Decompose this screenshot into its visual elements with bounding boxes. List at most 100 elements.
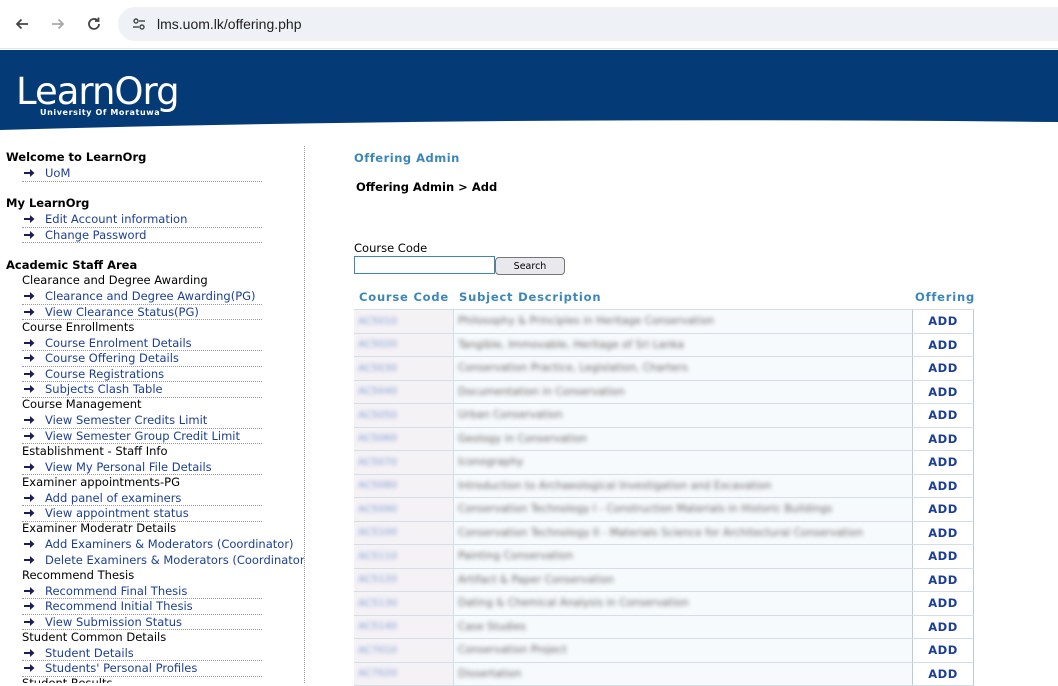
add-offering-link[interactable]: ADD <box>913 663 974 686</box>
course-code-text[interactable]: AC5080 <box>358 480 397 491</box>
sidebar-item-label[interactable]: UoM <box>45 166 70 180</box>
sidebar-item-welcome-0[interactable]: UoM <box>22 166 262 182</box>
add-offering-link[interactable]: ADD <box>913 381 974 404</box>
sidebar-item-link[interactable]: Subjects Clash Table <box>22 382 262 398</box>
sidebar-item-link[interactable]: Add panel of examiners <box>22 490 262 506</box>
add-offering-link[interactable]: ADD <box>913 616 974 639</box>
add-offering-link[interactable]: ADD <box>913 639 974 662</box>
sidebar-item-link[interactable]: Course Offering Details <box>22 351 262 367</box>
address-bar[interactable]: lms.uom.lk/offering.php <box>118 7 1058 41</box>
sidebar-item-label[interactable]: Recommend Final Thesis <box>45 584 187 598</box>
sidebar-item-link[interactable]: View Semester Credits Limit <box>22 413 262 429</box>
add-offering-link[interactable]: ADD <box>913 404 974 427</box>
sidebar-item-link[interactable]: Student Details <box>22 645 262 661</box>
sidebar-item-label[interactable]: Students' Personal Profiles <box>45 661 197 675</box>
course-code-text[interactable]: AC5020 <box>358 339 397 350</box>
sidebar-item-label[interactable]: View appointment status <box>45 506 189 520</box>
course-code-cell[interactable]: AC5100 <box>354 522 454 545</box>
search-button[interactable]: Search <box>495 257 565 275</box>
sidebar-item-my-0[interactable]: Edit Account information <box>22 212 262 228</box>
course-code-cell[interactable]: AC5040 <box>354 381 454 404</box>
sidebar-item-link[interactable]: View Clearance Status(PG) <box>22 304 262 320</box>
sidebar-item-label[interactable]: View My Personal File Details <box>45 460 212 474</box>
add-offering-link[interactable]: ADD <box>913 569 974 592</box>
sidebar-item-link[interactable]: Delete Examiners & Moderators (Coordinat… <box>22 552 304 567</box>
course-code-text[interactable]: AC5050 <box>358 410 397 421</box>
sidebar-item-label[interactable]: Delete Examiners & Moderators (Coordinat… <box>45 553 305 567</box>
sidebar-item-label[interactable]: View Semester Credits Limit <box>45 413 207 427</box>
sidebar-item-link[interactable]: Students' Personal Profiles <box>22 661 262 677</box>
add-offering-link[interactable]: ADD <box>913 522 974 545</box>
course-code-text[interactable]: AC5100 <box>358 527 397 538</box>
add-offering-link[interactable]: ADD <box>913 451 974 474</box>
add-offering-link[interactable]: ADD <box>913 334 974 357</box>
forward-arrow-icon[interactable] <box>46 12 70 36</box>
url-text[interactable]: lms.uom.lk/offering.php <box>157 16 301 32</box>
course-code-cell[interactable]: AC5090 <box>354 498 454 521</box>
course-code-cell[interactable]: AC5070 <box>354 451 454 474</box>
sidebar-item-my-1[interactable]: Change Password <box>22 227 262 243</box>
course-code-text[interactable]: AC5070 <box>358 457 397 468</box>
course-code-cell[interactable]: AC7010 <box>354 639 454 662</box>
course-code-cell[interactable]: AC5020 <box>354 334 454 357</box>
sidebar-item-link[interactable]: View Semester Group Credit Limit <box>22 428 262 444</box>
sidebar-item-link[interactable]: Course Enrolment Details <box>22 335 262 351</box>
course-code-text[interactable]: AC5110 <box>358 551 397 562</box>
course-code-cell[interactable]: AC5080 <box>354 475 454 498</box>
sidebar-item-link[interactable]: Clearance and Degree Awarding(PG) <box>22 289 262 305</box>
sidebar-item-label[interactable]: Course Enrolment Details <box>45 336 192 350</box>
course-code-cell[interactable]: AC5030 <box>354 357 454 380</box>
sidebar-item-link[interactable]: Course Registrations <box>22 366 262 382</box>
sidebar-item-link[interactable]: View appointment status <box>22 506 262 522</box>
course-code-cell[interactable]: AC5120 <box>354 569 454 592</box>
course-code-text[interactable]: AC7020 <box>358 668 397 679</box>
learnorg-logo[interactable]: LearnOrg <box>16 72 179 112</box>
course-code-text[interactable]: AC5140 <box>358 621 397 632</box>
course-code-text[interactable]: AC5130 <box>358 598 397 609</box>
sidebar-item-label[interactable]: View Semester Group Credit Limit <box>45 429 240 443</box>
course-code-text[interactable]: AC5090 <box>358 504 397 515</box>
course-code-text[interactable]: AC7010 <box>358 645 397 656</box>
add-offering-link[interactable]: ADD <box>913 592 974 615</box>
course-code-text[interactable]: AC5030 <box>358 363 397 374</box>
course-code-cell[interactable]: AC5010 <box>354 310 454 333</box>
course-code-cell[interactable]: AC5060 <box>354 428 454 451</box>
sidebar-item-link[interactable]: View Submission Status <box>22 614 262 630</box>
add-offering-link[interactable]: ADD <box>913 428 974 451</box>
sidebar-item-label[interactable]: Subjects Clash Table <box>45 382 163 396</box>
course-code-cell[interactable]: AC7020 <box>354 663 454 686</box>
sidebar-item-label[interactable]: Student Details <box>45 646 134 660</box>
sidebar-item-label[interactable]: View Submission Status <box>45 615 182 629</box>
course-code-cell[interactable]: AC5050 <box>354 404 454 427</box>
back-arrow-icon[interactable] <box>10 12 34 36</box>
sidebar-item-label[interactable]: Clearance and Degree Awarding(PG) <box>45 289 256 303</box>
sidebar-item-link[interactable]: View My Personal File Details <box>22 459 262 475</box>
add-offering-link[interactable]: ADD <box>913 310 974 333</box>
course-code-cell[interactable]: AC5110 <box>354 545 454 568</box>
add-offering-link[interactable]: ADD <box>913 545 974 568</box>
reload-icon[interactable] <box>82 12 106 36</box>
sidebar-item-label[interactable]: Add panel of examiners <box>45 491 181 505</box>
sidebar-item-label[interactable]: Course Offering Details <box>45 351 179 365</box>
course-code-text[interactable]: AC5060 <box>358 433 397 444</box>
course-code-input[interactable] <box>354 256 495 274</box>
subject-description-text: Iconography <box>458 456 523 468</box>
site-info-icon[interactable] <box>130 15 148 33</box>
sidebar-item-label[interactable]: View Clearance Status(PG) <box>45 305 199 319</box>
sidebar-item-label[interactable]: Add Examiners & Moderators (Coordinator) <box>45 537 294 551</box>
sidebar-item-label[interactable]: Recommend Initial Thesis <box>45 599 193 613</box>
sidebar-item-link[interactable]: Add Examiners & Moderators (Coordinator) <box>22 537 304 552</box>
course-code-text[interactable]: AC5040 <box>358 386 397 397</box>
sidebar-item-label[interactable]: Change Password <box>45 228 146 242</box>
course-code-cell[interactable]: AC5140 <box>354 616 454 639</box>
add-offering-link[interactable]: ADD <box>913 498 974 521</box>
course-code-text[interactable]: AC5120 <box>358 574 397 585</box>
sidebar-item-label[interactable]: Edit Account information <box>45 212 187 226</box>
add-offering-link[interactable]: ADD <box>913 475 974 498</box>
sidebar-item-label[interactable]: Course Registrations <box>45 367 164 381</box>
add-offering-link[interactable]: ADD <box>913 357 974 380</box>
course-code-text[interactable]: AC5010 <box>358 316 397 327</box>
sidebar-item-link[interactable]: Recommend Final Thesis <box>22 583 262 599</box>
course-code-cell[interactable]: AC5130 <box>354 592 454 615</box>
sidebar-item-link[interactable]: Recommend Initial Thesis <box>22 599 262 615</box>
